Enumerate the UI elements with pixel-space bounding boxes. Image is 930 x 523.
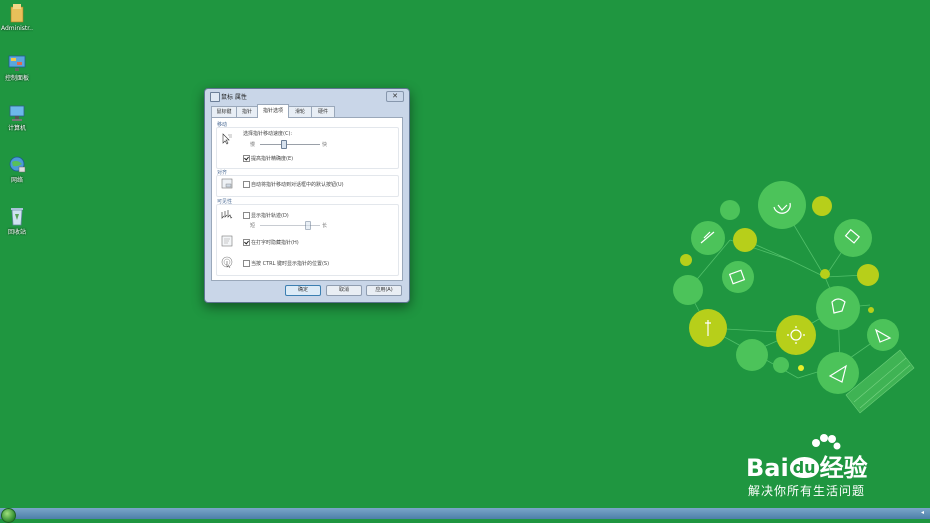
taskbar: ◂ xyxy=(0,508,930,523)
bubble xyxy=(867,319,899,351)
tab-pointer-options[interactable]: 指针选项 xyxy=(257,104,289,118)
snap-label: 自动将指针移动到对话框中的默认按钮(U) xyxy=(251,182,344,188)
desktop-icon-control-panel[interactable]: 控制面板 xyxy=(1,54,33,82)
bubble xyxy=(773,357,789,373)
trails-slider-thumb[interactable] xyxy=(305,221,311,230)
logo-jingyan: 经验 xyxy=(819,454,868,482)
title-bar[interactable]: 鼠标 属性 ✕ xyxy=(205,89,409,103)
pointer-options-panel: 移动 选择指针移动速度(C): 慢 快 提高指针精确度(E) 对齐 自动将指针移… xyxy=(211,117,403,281)
pointer-speed-icon xyxy=(222,133,232,145)
snap-to-icon xyxy=(221,178,233,189)
tab-hardware[interactable]: 硬件 xyxy=(311,106,335,117)
snap-checkbox[interactable] xyxy=(243,181,250,188)
baidu-jingyan-logo: Bai du 经验 解决你所有生活问题 xyxy=(746,434,916,500)
tab-pointers[interactable]: 指针 xyxy=(236,106,258,117)
desktop-icon-recycle-bin[interactable]: 回收站 xyxy=(1,206,33,236)
lightbulb-tree-graphic xyxy=(673,181,915,414)
desktop-icon-label: 网络 xyxy=(10,177,23,184)
folder-icon xyxy=(10,4,24,23)
bubble xyxy=(758,181,806,229)
hide-pointer-icon xyxy=(221,235,233,247)
logo-du: du xyxy=(789,457,819,478)
bubble xyxy=(812,196,832,216)
bubble xyxy=(816,286,860,330)
show-location-icon xyxy=(221,256,233,268)
desktop-icon-computer[interactable]: 计算机 xyxy=(1,104,33,132)
hide-while-typing-checkbox[interactable] xyxy=(243,239,250,246)
logo-tagline: 解决你所有生活问题 xyxy=(748,484,866,498)
desktop-icon-admin-folder[interactable]: Administr... xyxy=(1,2,33,32)
mouse-properties-dialog: 鼠标 属性 ✕ 鼠标键 指针 指针选项 滑轮 硬件 移动 选择指针移动速度(C)… xyxy=(204,88,410,303)
precision-checkbox[interactable] xyxy=(243,155,250,162)
show-location-label: 当按 CTRL 键时显示指针的位置(S) xyxy=(251,261,330,267)
desktop-icon-label: Administr... xyxy=(1,25,33,32)
recycle-bin-icon xyxy=(11,208,23,226)
tab-buttons[interactable]: 鼠标键 xyxy=(211,106,237,117)
trails-checkbox[interactable] xyxy=(243,212,250,219)
slow-label: 慢 xyxy=(250,142,256,148)
mouse-icon xyxy=(210,92,220,102)
desktop-icon-label: 控制面板 xyxy=(4,75,29,82)
cancel-button[interactable]: 取消 xyxy=(326,285,362,296)
trails-slider-track[interactable] xyxy=(260,225,320,226)
tab-wheel[interactable]: 滑轮 xyxy=(288,106,312,117)
show-location-checkbox[interactable] xyxy=(243,260,250,267)
logo-wordmark: Bai du 经验 xyxy=(746,448,868,483)
bubble xyxy=(857,264,879,286)
apply-button[interactable]: 应用(A) xyxy=(366,285,402,296)
fast-label: 快 xyxy=(322,142,328,148)
tray-arrow-icon[interactable]: ◂ xyxy=(921,509,924,516)
trails-label: 显示指针轨迹(D) xyxy=(251,213,289,219)
desktop-icon-label: 回收站 xyxy=(7,229,26,236)
short-label: 短 xyxy=(250,223,256,229)
speed-slider-thumb[interactable] xyxy=(281,140,287,149)
bubble xyxy=(820,269,830,279)
bubble xyxy=(834,219,872,257)
control-panel-icon xyxy=(8,55,26,71)
bubble xyxy=(736,339,768,371)
computer-icon xyxy=(9,105,25,121)
network-icon xyxy=(9,156,26,173)
ok-button[interactable]: 确定 xyxy=(285,285,321,296)
logo-bai: Bai xyxy=(746,454,789,482)
close-button[interactable]: ✕ xyxy=(386,91,404,102)
start-button[interactable] xyxy=(1,508,16,523)
bubble xyxy=(798,365,804,371)
long-label: 长 xyxy=(322,223,328,229)
bubble xyxy=(722,261,754,293)
speed-slider-track[interactable] xyxy=(260,144,320,145)
tree-bubbles xyxy=(673,181,899,394)
bubble xyxy=(776,315,816,355)
bubble xyxy=(733,228,757,252)
bubble xyxy=(673,275,703,305)
bubble xyxy=(680,254,692,266)
desktop: Administr... 控制面板 计算机 网络 回收站 鼠标 属性 ✕ 鼠标键… xyxy=(0,0,930,523)
precision-label: 提高指针精确度(E) xyxy=(251,156,294,162)
pointer-trails-icon xyxy=(221,210,233,219)
desktop-icon-label: 计算机 xyxy=(7,125,26,132)
bubble xyxy=(868,307,874,313)
hide-while-typing-label: 在打字时隐藏指针(H) xyxy=(251,240,299,246)
bubble xyxy=(720,200,740,220)
dialog-title: 鼠标 属性 xyxy=(221,94,247,101)
desktop-icon-network[interactable]: 网络 xyxy=(1,156,33,184)
bubble xyxy=(817,352,859,394)
speed-label: 选择指针移动速度(C): xyxy=(243,131,293,137)
bubble xyxy=(691,221,725,255)
